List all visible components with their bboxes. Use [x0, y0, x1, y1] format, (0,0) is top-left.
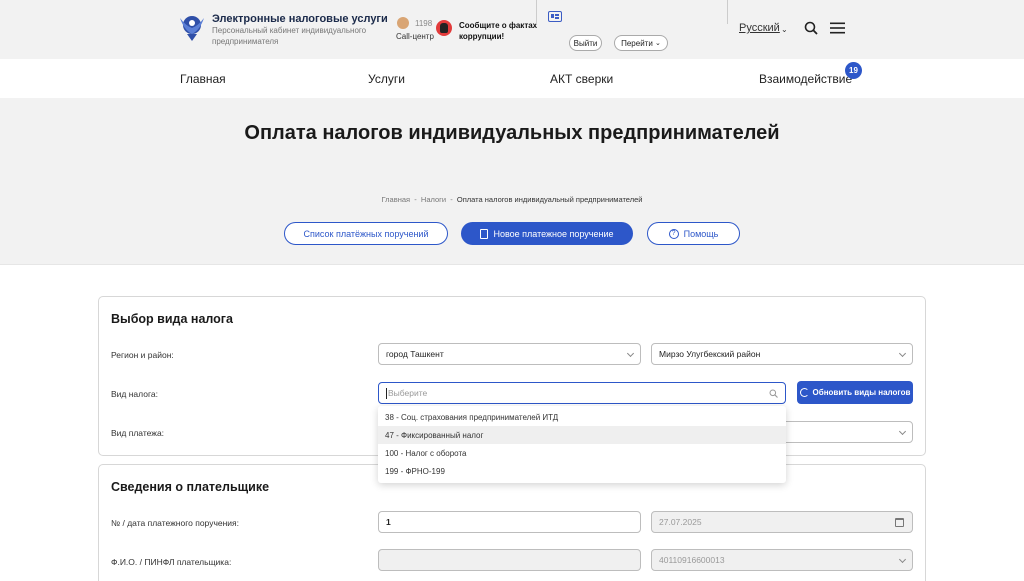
breadcrumb-taxes[interactable]: Налоги	[421, 195, 446, 204]
order-date-input: 27.07.2025	[651, 511, 913, 533]
payment-type-label: Вид платежа:	[111, 428, 165, 438]
search-icon[interactable]	[804, 21, 818, 35]
top-header: Электронные налоговые услуги Персональны…	[0, 0, 1024, 59]
payer-name-input	[378, 549, 641, 571]
order-number-value: 1	[386, 517, 391, 527]
order-number-input[interactable]: 1	[378, 511, 641, 533]
dropdown-option[interactable]: 100 - Налог с оборота	[378, 444, 786, 462]
tax-type-dropdown: 38 - Соц. страхования предпринимателей И…	[378, 406, 786, 483]
chevron-down-icon[interactable]: ⌄	[781, 25, 788, 34]
refresh-tax-types-label: Обновить виды налогов	[812, 388, 911, 397]
chevron-down-icon	[898, 427, 907, 436]
nav-item-home[interactable]: Главная	[180, 72, 226, 86]
calendar-icon	[895, 518, 904, 527]
region-label: Регион и район:	[111, 350, 174, 360]
payment-orders-list-label: Список платёжных поручений	[303, 228, 429, 239]
language-selector[interactable]: Русский	[739, 22, 780, 34]
tax-type-placeholder: Выберите	[388, 388, 428, 398]
nav-item-services[interactable]: Услуги	[368, 72, 405, 86]
call-center-label: Call-центр	[396, 32, 434, 41]
payment-orders-list-button[interactable]: Список платёжных поручений	[284, 222, 448, 245]
pinfl-value: 40110916600013	[659, 555, 725, 565]
phone-number[interactable]: 1198	[415, 19, 432, 28]
corruption-report-link[interactable]: Сообщите о фактах коррупции!	[459, 20, 539, 42]
anti-corruption-icon[interactable]	[436, 20, 452, 36]
refresh-icon	[799, 388, 809, 397]
search-icon	[769, 389, 778, 398]
eagle-logo-icon[interactable]	[178, 12, 206, 42]
breadcrumb: Главная - Налоги - Оплата налогов индиви…	[381, 195, 643, 204]
brand-title[interactable]: Электронные налоговые услуги	[212, 13, 388, 25]
tax-choice-title: Выбор вида налога	[111, 312, 233, 326]
tax-type-search-input[interactable]: Выберите	[378, 382, 786, 404]
nav-item-interaction[interactable]: Взаимодействие	[759, 72, 852, 86]
document-icon	[480, 228, 489, 239]
order-date-value: 27.07.2025	[659, 517, 702, 527]
tax-type-label: Вид налога:	[111, 389, 158, 399]
exit-button[interactable]: Выйти	[569, 35, 602, 51]
chevron-down-icon	[898, 349, 907, 358]
pinfl-select[interactable]: 40110916600013	[651, 549, 913, 571]
refresh-tax-types-button[interactable]: Обновить виды налогов	[797, 381, 913, 404]
order-number-date-label: № / дата платежного поручения:	[111, 518, 240, 528]
help-icon: ?	[668, 228, 679, 239]
exit-button-label: Выйти	[573, 38, 598, 48]
phone-icon	[397, 17, 409, 29]
new-payment-order-label: Новое платежное поручение	[493, 228, 614, 239]
go-button[interactable]: Перейти ⌄	[614, 35, 668, 51]
hamburger-menu-icon[interactable]	[830, 22, 845, 34]
payer-name-pinfl-label: Ф.И.О. / ПИНФЛ плательщика:	[111, 557, 232, 567]
notification-badge[interactable]: 19	[845, 62, 862, 79]
go-button-label: Перейти	[621, 38, 653, 48]
dropdown-option[interactable]: 38 - Соц. страхования предпринимателей И…	[378, 408, 786, 426]
district-select[interactable]: Мирзо Улугбекский район	[651, 343, 913, 365]
nav-item-reconciliation[interactable]: АКТ сверки	[550, 72, 613, 86]
main-nav: Главная Услуги АКТ сверки Взаимодействие	[0, 59, 1024, 98]
header-divider	[536, 0, 537, 24]
breadcrumb-current: Оплата налогов индивидуальный предприним…	[456, 195, 643, 204]
help-button[interactable]: ? Помощь	[647, 222, 740, 245]
text-caret	[386, 387, 387, 399]
breadcrumb-home[interactable]: Главная	[382, 195, 411, 204]
chevron-down-icon	[626, 349, 635, 358]
page-title: Оплата налогов индивидуальных предприним…	[244, 122, 780, 144]
brand-subtitle: Персональный кабинет индивидуального пре…	[212, 26, 367, 46]
region-value: город Ташкент	[386, 349, 444, 359]
header-divider	[727, 0, 728, 24]
payer-info-title: Сведения о плательщике	[111, 480, 270, 494]
new-payment-order-button[interactable]: Новое платежное поручение	[461, 222, 633, 245]
id-card-icon[interactable]	[548, 11, 562, 22]
dropdown-option[interactable]: 199 - ФРНО-199	[378, 462, 786, 480]
chevron-down-icon	[898, 555, 907, 564]
chevron-down-icon: ⌄	[655, 40, 661, 47]
region-select[interactable]: город Ташкент	[378, 343, 641, 365]
district-value: Мирзо Улугбекский район	[659, 349, 761, 359]
help-label: Помощь	[683, 228, 719, 239]
dropdown-option[interactable]: 47 - Фиксированный налог	[378, 426, 786, 444]
